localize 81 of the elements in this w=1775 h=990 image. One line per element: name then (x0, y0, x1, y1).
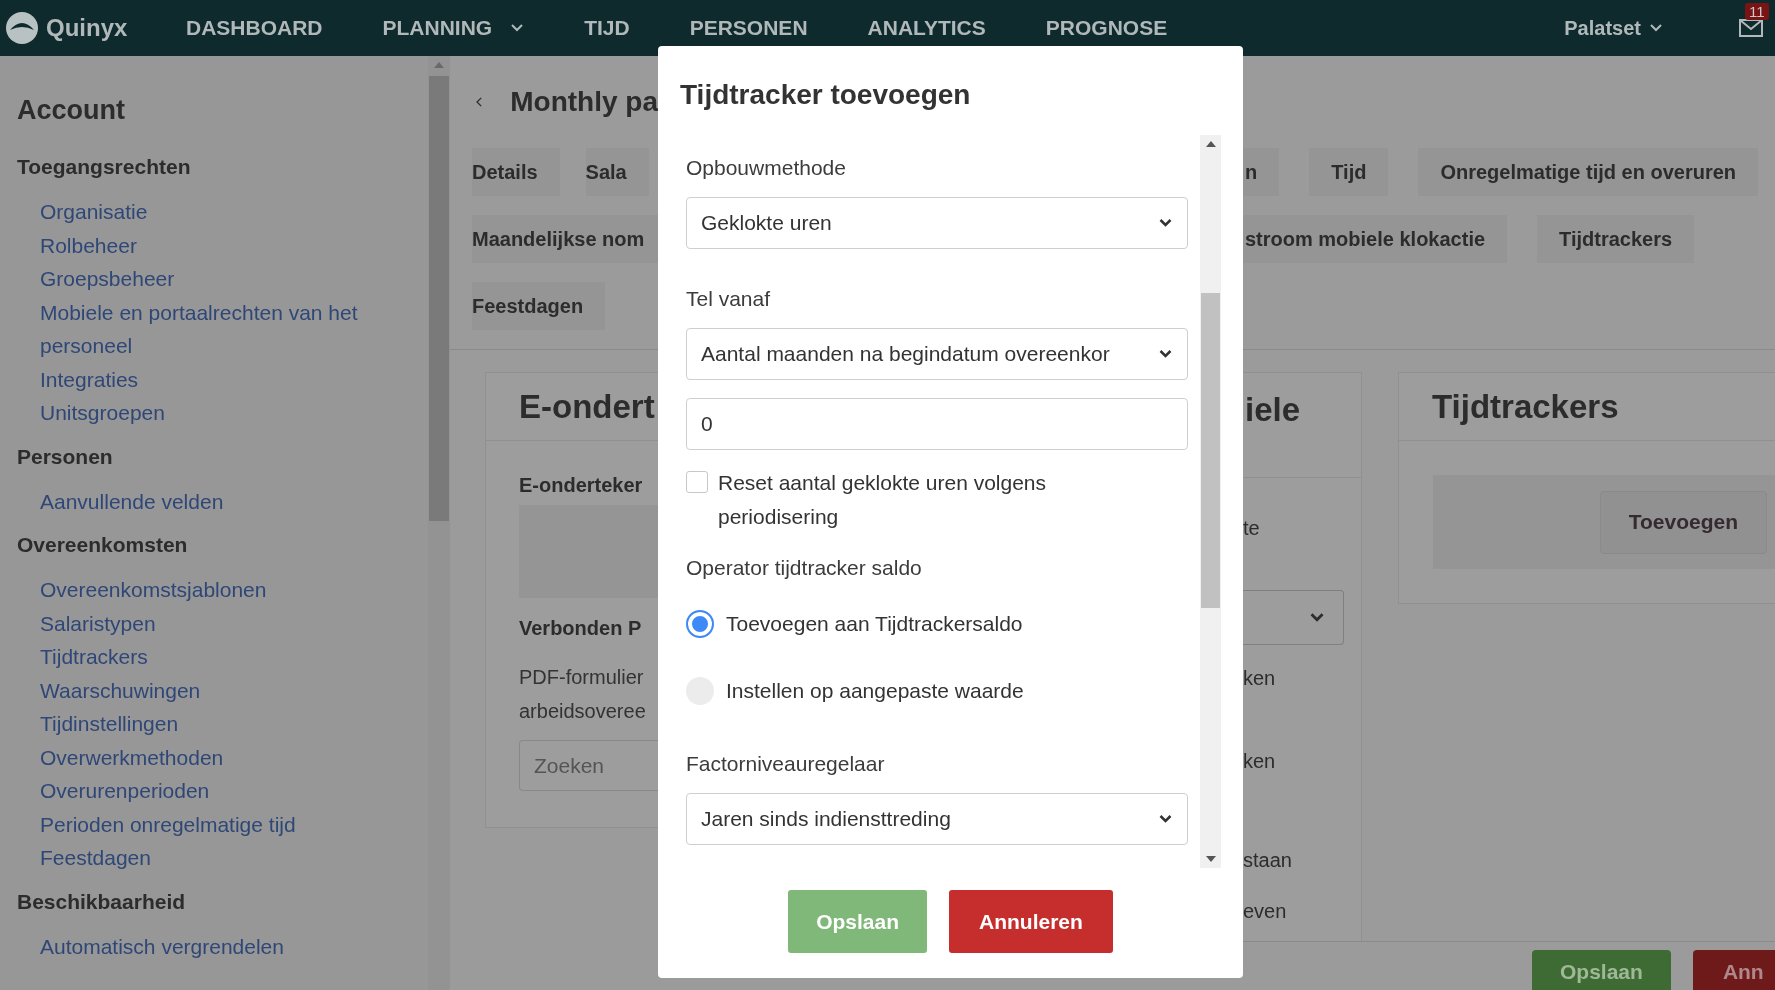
chevron-down-icon (1158, 349, 1173, 359)
add-button[interactable]: Toevoegen (1599, 490, 1767, 554)
tab[interactable]: Details (472, 148, 560, 196)
scroll-up-arrow-icon[interactable] (1205, 141, 1216, 147)
scrollbar[interactable] (1200, 135, 1221, 868)
tab[interactable]: Feestdagen (472, 282, 606, 330)
sidebar-title: Account (17, 94, 126, 126)
cancel-button[interactable]: Ann (1692, 950, 1775, 990)
sidebar-heading: Overeenkomsten (17, 532, 188, 558)
nav-menu-item[interactable]: TIJD (584, 16, 630, 40)
chevron-down-icon (1158, 218, 1173, 228)
tab[interactable]: Onregelmatige tijd en overuren (1418, 148, 1759, 196)
sidebar-link[interactable]: Salaristypen (40, 606, 156, 640)
tab[interactable]: Sala (585, 148, 649, 196)
sidebar-link[interactable]: Rolbeheer (40, 228, 137, 262)
input-field[interactable]: 0 (686, 398, 1188, 450)
page-title: Monthly pa (510, 86, 658, 118)
sidebar-heading: Personen (17, 443, 113, 470)
sidebar-heading: Beschikbaarheid (17, 888, 186, 915)
setting-text: even (1243, 899, 1287, 923)
dropdown[interactable]: Geklokte uren (686, 197, 1188, 249)
cancel-button[interactable]: Annuleren (949, 890, 1113, 953)
sidebar-link[interactable]: Automatisch vergrendelen (40, 929, 284, 963)
save-button[interactable]: Opslaan (1532, 950, 1671, 990)
field-label: Opbouwmethode (686, 156, 847, 180)
nav-menu-item[interactable]: PERSONEN (689, 16, 808, 40)
nav-menu-item[interactable]: PLANNING (382, 16, 525, 40)
checkbox[interactable] (686, 471, 708, 493)
caret-icon (1649, 23, 1663, 33)
sidebar-link[interactable]: Unitsgroepen (40, 396, 165, 430)
dropdown[interactable]: Jaren sinds indiensttreding (686, 793, 1188, 845)
sidebar-link[interactable]: Integraties (40, 362, 139, 396)
checkbox-label[interactable]: Reset aantal geklokte uren volgens periodisering (718, 466, 1138, 534)
sidebar-link[interactable]: Waarschuwingen (40, 673, 201, 707)
sidebar-link[interactable]: Tijdinstellingen (40, 707, 179, 741)
scroll-down-arrow-icon[interactable] (1205, 856, 1216, 862)
setting-text: staan (1243, 848, 1292, 872)
card-title: iele (1245, 391, 1301, 429)
logo-text[interactable]: Quinyx (46, 14, 128, 42)
sidebar-link[interactable]: Feestdagen (40, 841, 151, 875)
chevron-down-icon (1158, 814, 1173, 824)
logo-icon (4, 10, 40, 46)
chevron-down-icon (1309, 612, 1325, 623)
tab[interactable]: Tijd (1309, 148, 1389, 196)
card-title: Tijdtrackers (1432, 387, 1619, 426)
section-heading: E-onderteker (519, 473, 644, 497)
dialog-title: Tijdtracker toevoegen (680, 78, 972, 112)
sidebar-link[interactable]: Perioden onregelmatige tijd (40, 807, 296, 841)
tab[interactable]: Tijdtrackers (1537, 215, 1695, 263)
sidebar-link[interactable]: Organisatie (40, 195, 148, 229)
sidebar-heading: Toegangsrechten (17, 154, 191, 180)
sidebar-link[interactable]: Tijdtrackers (40, 640, 148, 674)
nav-menu-item[interactable]: PROGNOSE (1045, 16, 1168, 40)
radio-label[interactable]: Toevoegen aan Tijdtrackersaldo (726, 612, 1023, 636)
tab[interactable]: n (1243, 148, 1280, 196)
sidebar-link[interactable]: Aanvullende velden (40, 484, 224, 518)
sidebar-link[interactable]: Overwerkmethoden (40, 740, 224, 774)
tab[interactable]: stroom mobiele klokactie (1243, 215, 1508, 263)
setting-text: te (1243, 516, 1260, 540)
nav-menu-item[interactable]: DASHBOARD (186, 16, 323, 40)
sidebar-link[interactable]: Groepsbeheer (40, 262, 175, 296)
account-menu[interactable]: Palatset (1564, 16, 1663, 40)
sidebar-link[interactable]: Overeenkomstsjablonen (40, 573, 267, 607)
mail-icon[interactable] (1739, 19, 1763, 37)
nav-menu-item[interactable]: ANALYTICS (867, 16, 986, 40)
field-label: Tel vanaf (686, 287, 772, 311)
notification-badge: 11 (1745, 3, 1769, 20)
field-label: Factorniveauregelaar (686, 752, 886, 776)
section-heading: Verbonden P (519, 616, 643, 640)
field-label: Operator tijdtracker saldo (686, 556, 923, 580)
search-field[interactable]: Zoeken (519, 740, 658, 791)
setting-text: ken (1243, 666, 1276, 690)
dropdown[interactable]: Aantal maanden na begindatum overeenkor (686, 328, 1188, 380)
sidebar-link[interactable]: Overurenperioden (40, 774, 210, 808)
radio-label[interactable]: Instellen op aangepaste waarde (726, 679, 1024, 703)
scrollbar[interactable] (428, 56, 450, 990)
card-title: E-ondert (519, 387, 655, 426)
radio-button[interactable] (686, 610, 714, 638)
setting-text: ken (1243, 749, 1276, 773)
description-text: PDF-formulier arbeidsoveree (519, 665, 647, 724)
sidebar-link[interactable]: Mobiele en portaalrechten van het personeel (40, 295, 410, 363)
